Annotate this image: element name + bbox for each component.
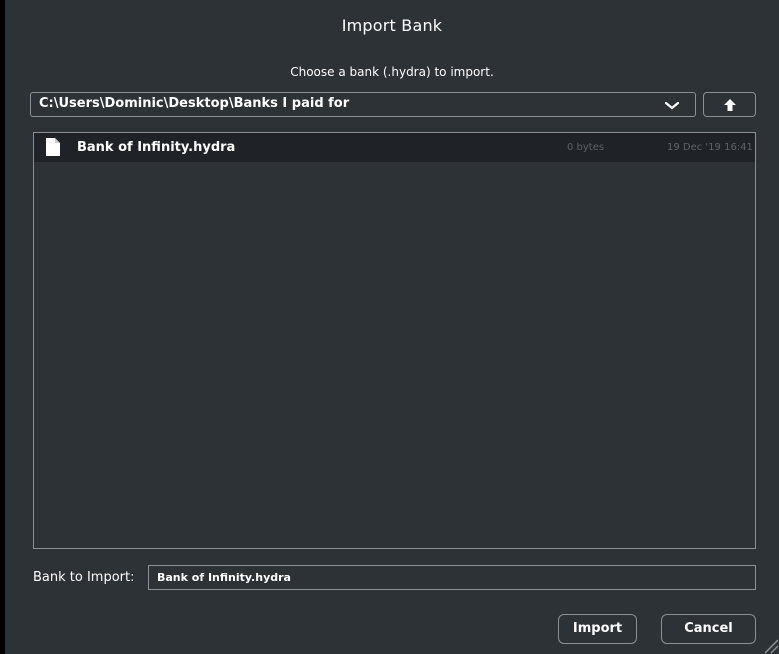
chevron-down-icon (664, 101, 680, 110)
cancel-button[interactable]: Cancel (661, 614, 756, 644)
import-button[interactable]: Import (558, 614, 637, 644)
file-name: Bank of Infinity.hydra (77, 140, 236, 155)
file-size: 0 bytes (567, 142, 605, 153)
arrow-up-icon (724, 99, 736, 111)
file-row[interactable]: Bank of Infinity.hydra 0 bytes 19 Dec '1… (34, 133, 755, 162)
bank-to-import-input[interactable] (148, 565, 756, 590)
current-path: C:\Users\Dominic\Desktop\Banks I paid fo… (39, 96, 350, 111)
file-list[interactable]: Bank of Infinity.hydra 0 bytes 19 Dec '1… (33, 132, 756, 549)
bank-to-import-label: Bank to Import: (33, 570, 135, 585)
file-date: 19 Dec '19 16:41 (667, 142, 753, 153)
dialog-title: Import Bank (341, 16, 443, 35)
dialog-subtitle: Choose a bank (.hydra) to import. (290, 65, 494, 79)
path-dropdown[interactable]: C:\Users\Dominic\Desktop\Banks I paid fo… (30, 92, 696, 117)
import-bank-dialog: Import Bank Choose a bank (.hydra) to im… (5, 0, 779, 654)
resize-grip-icon[interactable] (759, 634, 779, 654)
parent-folder-button[interactable] (703, 92, 756, 117)
file-icon (46, 138, 60, 156)
